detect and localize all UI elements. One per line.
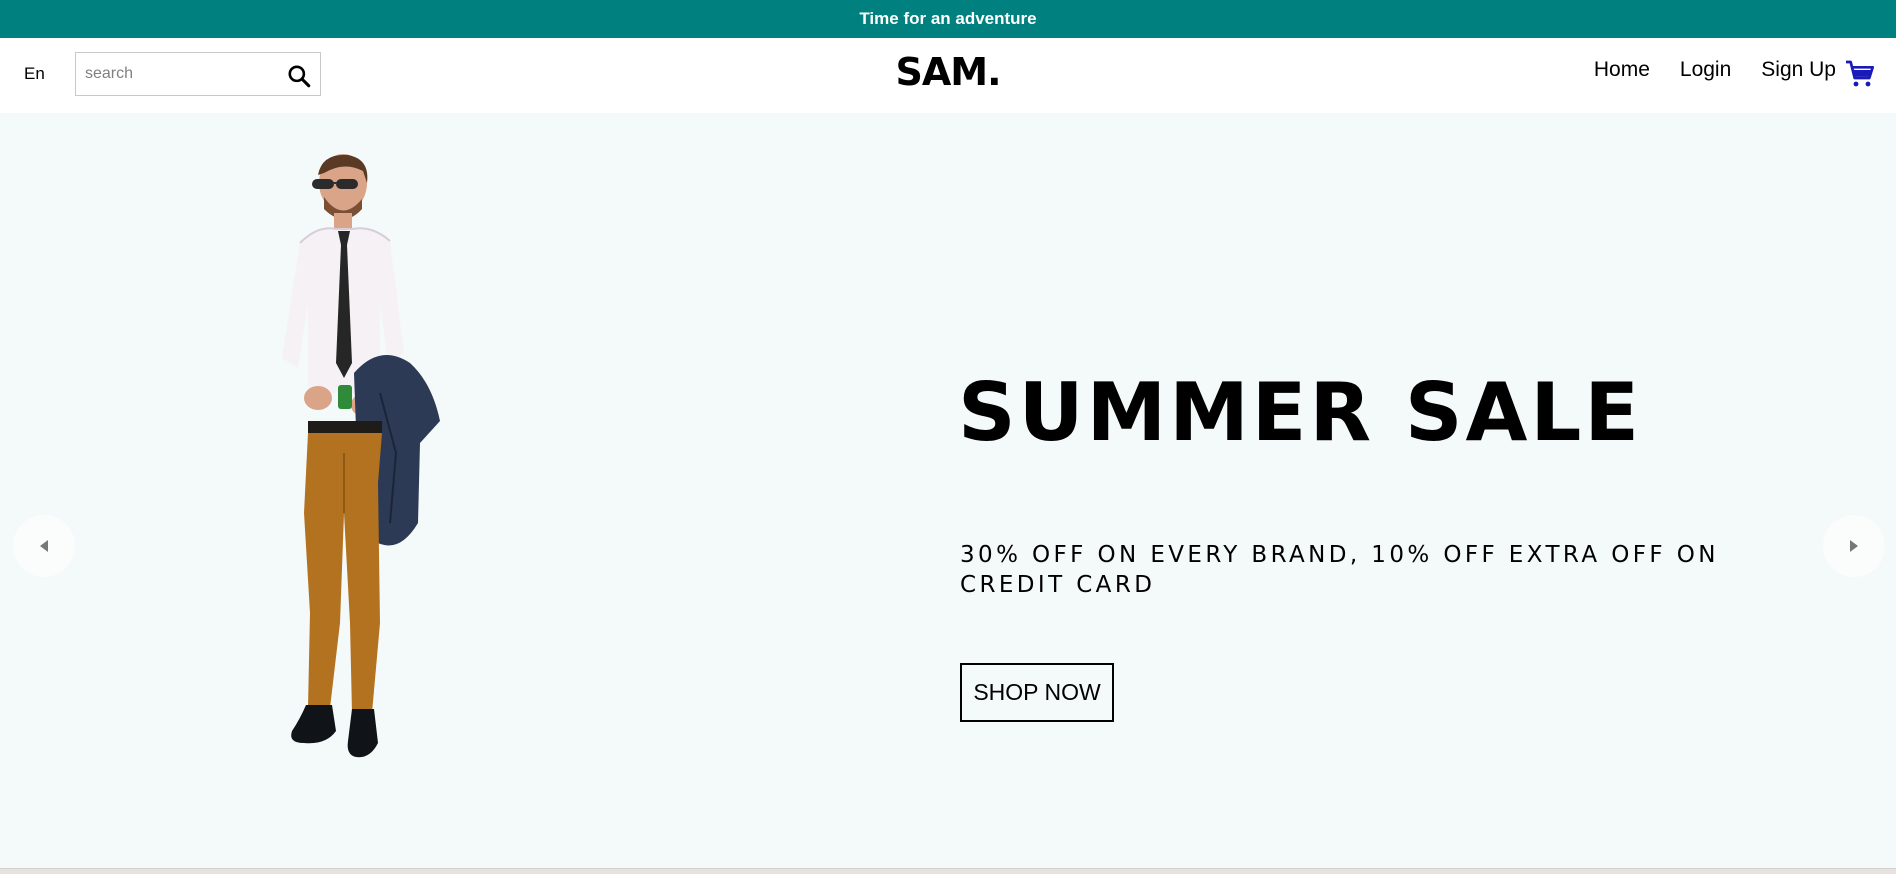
hero-description: 30% OFF ON EVERY BRAND, 10% OFF EXTRA OF… [960,542,1719,598]
cart-icon[interactable] [1844,58,1876,90]
navbar: En SAM. Home Login Sign Up [0,38,1896,113]
hero-title: SUMMER SALE [958,366,1643,459]
search-box [75,52,321,96]
language-selector[interactable]: En [24,64,45,84]
section-divider [0,868,1896,874]
nav-links: Home Login Sign Up [1564,58,1836,82]
shop-now-button[interactable]: SHOP NOW [960,663,1114,722]
search-input[interactable] [76,54,271,94]
announcement-bar: Time for an adventure [0,0,1896,38]
arrow-left-icon [40,540,48,552]
nav-home-link[interactable]: Home [1594,58,1650,82]
next-slide-button[interactable] [1823,515,1885,577]
announcement-text: Time for an adventure [859,9,1037,28]
arrow-right-icon [1850,540,1858,552]
hero-slider: SUMMER SALE 30% OFF ON EVERY BRAND, 10% … [0,113,1896,868]
nav-login-link[interactable]: Login [1680,58,1731,82]
nav-signup-link[interactable]: Sign Up [1761,58,1836,82]
search-icon[interactable] [286,63,312,89]
prev-slide-button[interactable] [13,515,75,577]
hero-model-image [282,154,440,758]
